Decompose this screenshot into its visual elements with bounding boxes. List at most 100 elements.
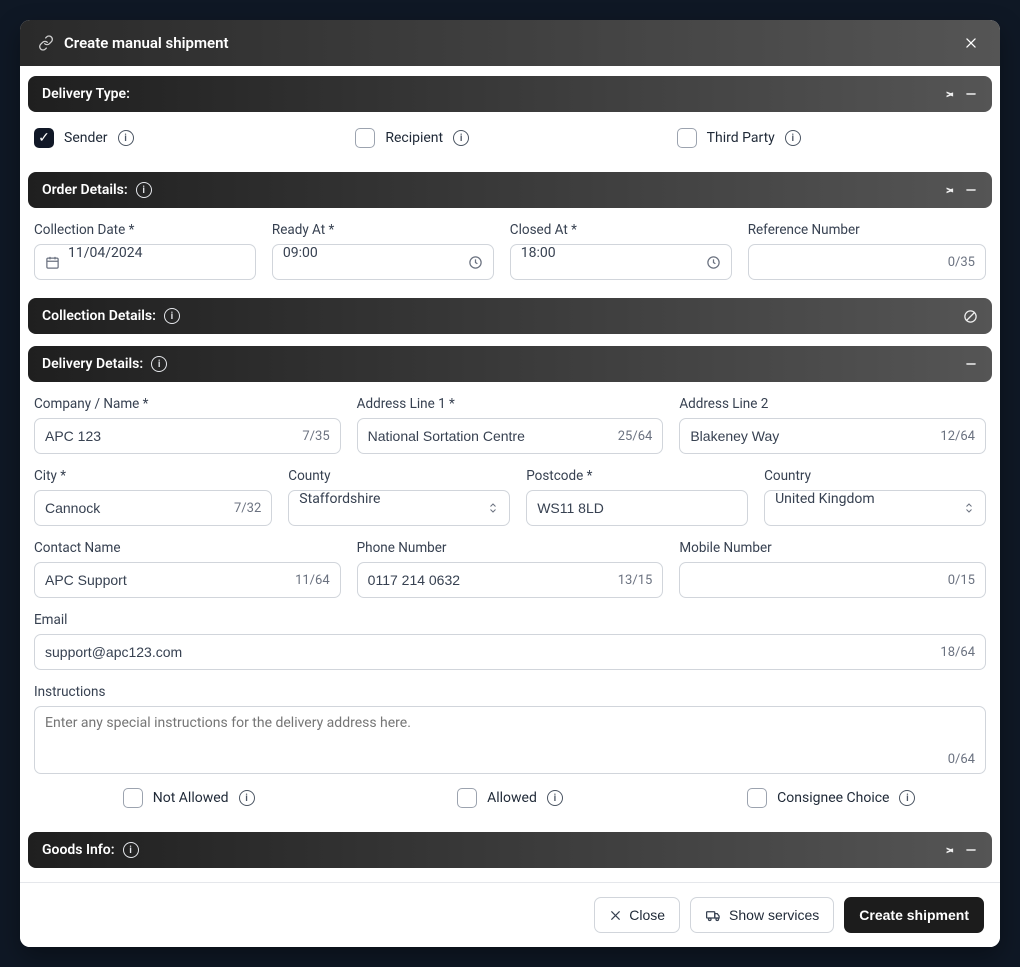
sender-option: ✓ Sender i (34, 128, 343, 148)
reference-field: Reference Number 0/35 (748, 222, 986, 280)
consignee-checkbox[interactable] (747, 788, 767, 808)
addr2-text[interactable] (690, 419, 932, 453)
contact-name-input[interactable]: 11/64 (34, 562, 341, 598)
postcode-text[interactable] (537, 491, 737, 525)
pin-icon[interactable] (942, 183, 956, 197)
mobile-counter: 0/15 (948, 573, 975, 588)
ready-at-value: 09:00 (283, 245, 460, 279)
section-title: Collection Details: (42, 308, 156, 324)
addr1-text[interactable] (368, 419, 610, 453)
reference-input[interactable]: 0/35 (748, 244, 986, 280)
info-icon[interactable]: i (164, 308, 180, 324)
recipient-option: Recipient i (355, 128, 664, 148)
mobile-text[interactable] (690, 563, 939, 597)
third-party-checkbox[interactable] (677, 128, 697, 148)
show-services-button[interactable]: Show services (690, 897, 834, 933)
show-services-label: Show services (729, 907, 819, 923)
info-icon[interactable]: i (899, 790, 915, 806)
not-allowed-option: Not Allowed i (34, 788, 343, 808)
collapse-icon[interactable] (964, 87, 978, 101)
instructions-text[interactable] (45, 715, 975, 747)
closed-at-input[interactable]: 18:00 (510, 244, 732, 280)
info-icon[interactable]: i (785, 130, 801, 146)
recipient-checkbox[interactable] (355, 128, 375, 148)
email-input[interactable]: 18/64 (34, 634, 986, 670)
contact-name-text[interactable] (45, 563, 287, 597)
phone-counter: 13/15 (618, 573, 653, 588)
collapse-icon[interactable] (964, 357, 978, 371)
close-icon[interactable] (964, 36, 982, 50)
phone-input[interactable]: 13/15 (357, 562, 664, 598)
addr1-input[interactable]: 25/64 (357, 418, 664, 454)
section-delivery-details: Delivery Details: i (28, 346, 992, 382)
third-party-label: Third Party (707, 130, 775, 146)
instructions-input[interactable]: 0/64 (34, 706, 986, 774)
info-icon[interactable]: i (239, 790, 255, 806)
close-button[interactable]: Close (594, 897, 680, 933)
reference-text[interactable] (759, 245, 940, 279)
consignee-label: Consignee Choice (777, 790, 889, 806)
ready-at-field: Ready At * 09:00 (272, 222, 494, 280)
info-icon[interactable]: i (123, 842, 139, 858)
postcode-input[interactable] (526, 490, 748, 526)
allowed-checkbox[interactable] (457, 788, 477, 808)
ready-at-label: Ready At * (272, 222, 494, 238)
instructions-counter: 0/64 (948, 752, 975, 767)
section-delivery-type: Delivery Type: (28, 76, 992, 112)
phone-text[interactable] (368, 563, 610, 597)
chevron-updown-icon (963, 501, 975, 515)
mobile-input[interactable]: 0/15 (679, 562, 986, 598)
county-select[interactable]: Staffordshire (288, 490, 510, 526)
mobile-field: Mobile Number 0/15 (679, 540, 986, 598)
delivery-type-options: ✓ Sender i Recipient i Third Party i (28, 112, 992, 162)
not-allowed-checkbox[interactable] (123, 788, 143, 808)
contact-name-field: Contact Name 11/64 (34, 540, 341, 598)
postcode-label: Postcode * (526, 468, 748, 484)
calendar-icon (45, 255, 60, 270)
info-icon[interactable]: i (136, 182, 152, 198)
link-icon (38, 35, 54, 51)
x-icon (609, 909, 622, 922)
info-icon[interactable]: i (118, 130, 134, 146)
closed-at-label: Closed At * (510, 222, 732, 238)
pin-icon[interactable] (942, 87, 956, 101)
collapse-icon[interactable] (964, 183, 978, 197)
info-icon[interactable]: i (151, 356, 167, 372)
ready-at-input[interactable]: 09:00 (272, 244, 494, 280)
collapse-icon[interactable] (964, 843, 978, 857)
company-text[interactable] (45, 419, 294, 453)
email-field: Email 18/64 (34, 612, 986, 670)
blocked-icon[interactable] (963, 309, 978, 324)
create-shipment-label: Create shipment (859, 907, 969, 923)
clock-icon (706, 255, 721, 270)
country-select[interactable]: United Kingdom (764, 490, 986, 526)
contact-name-counter: 11/64 (295, 573, 330, 588)
pin-icon[interactable] (942, 843, 956, 857)
consignee-option: Consignee Choice i (677, 788, 986, 808)
city-input[interactable]: 7/32 (34, 490, 272, 526)
addr2-input[interactable]: 12/64 (679, 418, 986, 454)
allowed-option: Allowed i (355, 788, 664, 808)
create-shipment-button[interactable]: Create shipment (844, 897, 984, 933)
collection-date-field: Collection Date * 11/04/2024 (34, 222, 256, 280)
info-icon[interactable]: i (547, 790, 563, 806)
info-icon[interactable]: i (453, 130, 469, 146)
company-field: Company / Name * 7/35 (34, 396, 341, 454)
modal-title: Create manual shipment (64, 34, 954, 52)
city-label: City * (34, 468, 272, 484)
city-text[interactable] (45, 491, 226, 525)
phone-label: Phone Number (357, 540, 664, 556)
section-goods-info: Goods Info: i (28, 832, 992, 868)
company-input[interactable]: 7/35 (34, 418, 341, 454)
closed-at-value: 18:00 (521, 245, 698, 279)
addr2-label: Address Line 2 (679, 396, 986, 412)
collection-date-input[interactable]: 11/04/2024 (34, 244, 256, 280)
shipment-modal: Create manual shipment Delivery Type: ✓ … (20, 20, 1000, 947)
sender-checkbox[interactable]: ✓ (34, 128, 54, 148)
addr2-counter: 12/64 (940, 429, 975, 444)
close-button-label: Close (629, 907, 665, 923)
city-field: City * 7/32 (34, 468, 272, 526)
collection-date-value: 11/04/2024 (68, 245, 245, 279)
email-text[interactable] (45, 635, 932, 669)
county-label: County (288, 468, 510, 484)
